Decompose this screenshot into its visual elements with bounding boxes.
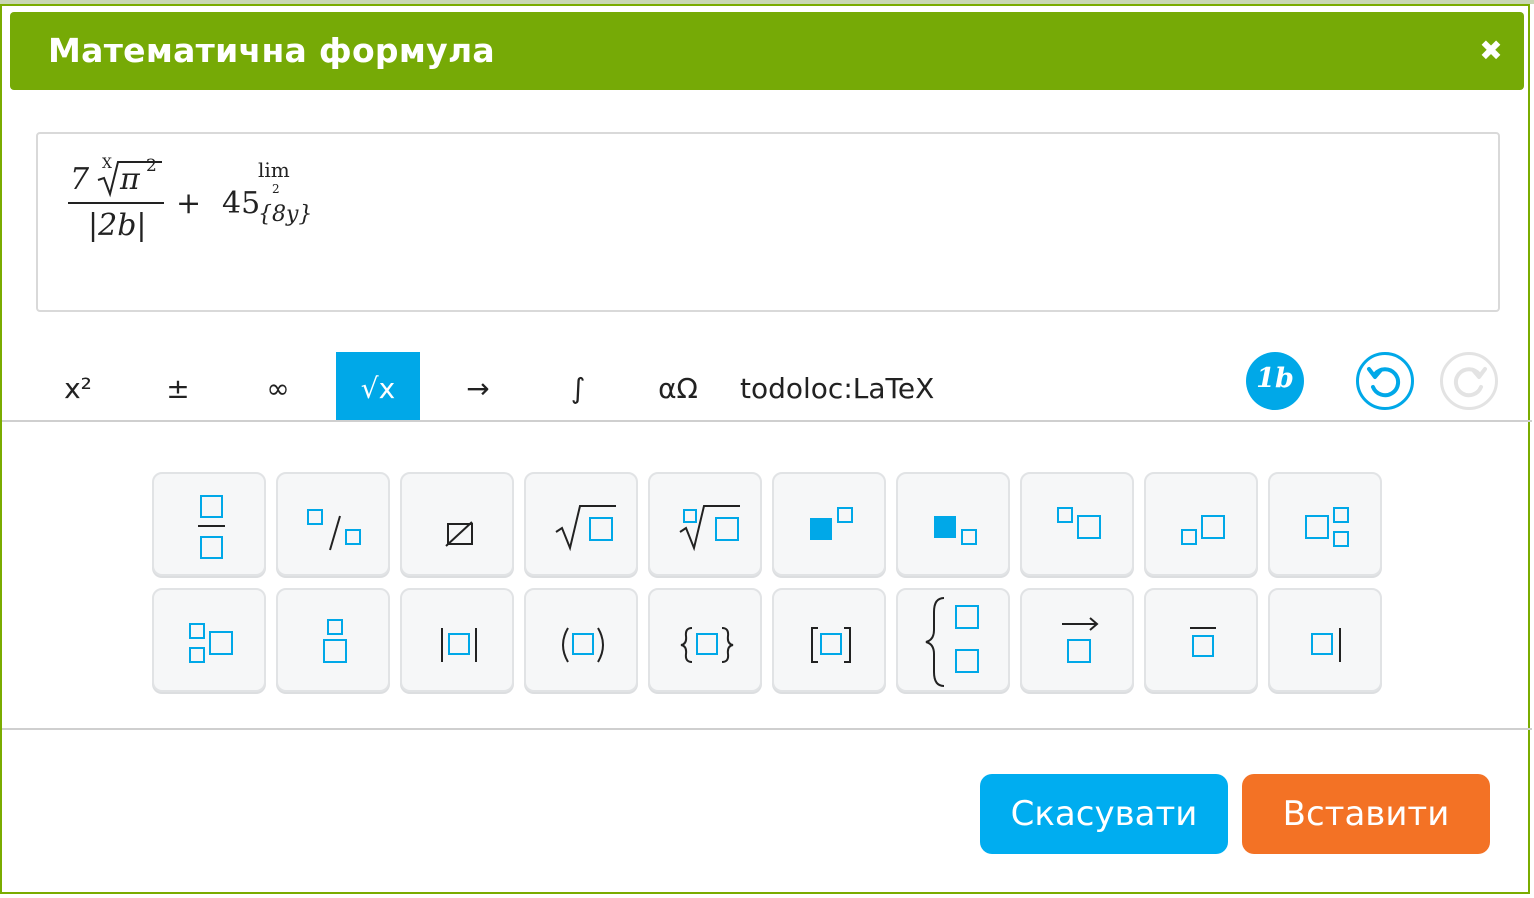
- fraction-template-button[interactable]: [152, 472, 266, 576]
- formula-coefficient: 7: [70, 162, 90, 197]
- cancel-button[interactable]: Скасувати: [980, 774, 1228, 854]
- braces-icon: [680, 627, 734, 663]
- insert-button[interactable]: Вставити: [1242, 774, 1490, 854]
- overset-template-button[interactable]: [276, 588, 390, 692]
- overset-icon: [323, 619, 347, 663]
- footer-divider: [2, 728, 1532, 730]
- parentheses-icon: [562, 627, 604, 663]
- brackets-button[interactable]: [772, 588, 886, 692]
- pre-superscript-icon: [1057, 507, 1101, 539]
- parentheses-button[interactable]: [524, 588, 638, 692]
- dialog-title: Математична формула: [48, 31, 495, 70]
- pre-sub-superscript-icon: [189, 623, 233, 663]
- piecewise-button[interactable]: [896, 588, 1010, 692]
- subscript-icon: [934, 516, 977, 545]
- formula-radicand-exponent: 2: [146, 156, 157, 176]
- tab-greek[interactable]: αΩ: [636, 352, 720, 420]
- vector-arrow-button[interactable]: [1020, 588, 1134, 692]
- redo-button[interactable]: [1440, 352, 1498, 410]
- overline-icon: [1190, 627, 1216, 657]
- braces-button[interactable]: [648, 588, 762, 692]
- formula-radicand: π: [120, 162, 140, 197]
- undo-button[interactable]: [1356, 352, 1414, 410]
- brackets-icon: [811, 627, 851, 663]
- pre-sub-superscript-button[interactable]: [152, 588, 266, 692]
- pre-superscript-button[interactable]: [1020, 472, 1134, 576]
- dialog-header: Математична формула ✖: [10, 12, 1524, 90]
- formula-denominator: |2b|: [88, 208, 147, 243]
- sub-superscript-button[interactable]: [1268, 472, 1382, 576]
- pre-subscript-button[interactable]: [1144, 472, 1258, 576]
- formula-subscript: {8y}: [258, 202, 313, 227]
- math-formula-dialog: Математична формула ✖ 7 X π 2 |2b| + 45 …: [0, 4, 1532, 894]
- formula-base: 45: [222, 186, 261, 221]
- formula-plus: +: [176, 186, 202, 221]
- evaluate-bar-icon: [1311, 628, 1341, 662]
- nth-root-icon: [679, 505, 740, 552]
- formula-sup-lim-sub: 2: [272, 182, 280, 196]
- undo-icon: [1367, 367, 1401, 398]
- style-toggle-label: 1b: [1256, 363, 1294, 394]
- fraction-icon: [198, 495, 225, 559]
- subscript-template-button[interactable]: [896, 472, 1010, 576]
- superscript-template-button[interactable]: [772, 472, 886, 576]
- superscript-icon: [810, 507, 853, 540]
- fraction-bar: [68, 202, 164, 204]
- pre-subscript-icon: [1181, 515, 1225, 545]
- formula-editor[interactable]: 7 X π 2 |2b| + 45 lim 2 {8y}: [36, 132, 1500, 312]
- tab-superscript[interactable]: x²: [36, 352, 120, 420]
- piecewise-icon: [925, 597, 979, 687]
- sqrt-icon: [555, 505, 616, 552]
- absolute-value-button[interactable]: [400, 588, 514, 692]
- abs-icon: [441, 628, 477, 662]
- tabs-divider: [2, 420, 1532, 422]
- cancel-template-button[interactable]: [400, 472, 514, 576]
- tab-infinity[interactable]: ∞: [236, 352, 320, 420]
- strike-box-icon: [445, 521, 473, 547]
- close-icon[interactable]: ✖: [1476, 36, 1506, 66]
- redo-icon: [1453, 367, 1487, 398]
- tab-integrals[interactable]: ∫: [536, 352, 620, 420]
- sub-superscript-icon: [1305, 507, 1349, 547]
- formula-sup-lim: lim: [258, 158, 290, 182]
- sqrt-template-button[interactable]: [524, 472, 638, 576]
- slash-fraction-icon: [307, 509, 361, 551]
- tab-latex[interactable]: todoloc:LaTeX: [740, 352, 934, 420]
- inline-fraction-button[interactable]: [276, 472, 390, 576]
- vector-arrow-icon: [1062, 617, 1099, 663]
- tab-operators[interactable]: ±: [136, 352, 220, 420]
- nth-root-template-button[interactable]: [648, 472, 762, 576]
- style-toggle-button[interactable]: 1b: [1246, 352, 1304, 410]
- evaluate-bar-button[interactable]: [1268, 588, 1382, 692]
- tab-arrows[interactable]: →: [436, 352, 520, 420]
- overline-button[interactable]: [1144, 588, 1258, 692]
- tab-roots[interactable]: √x: [336, 352, 420, 420]
